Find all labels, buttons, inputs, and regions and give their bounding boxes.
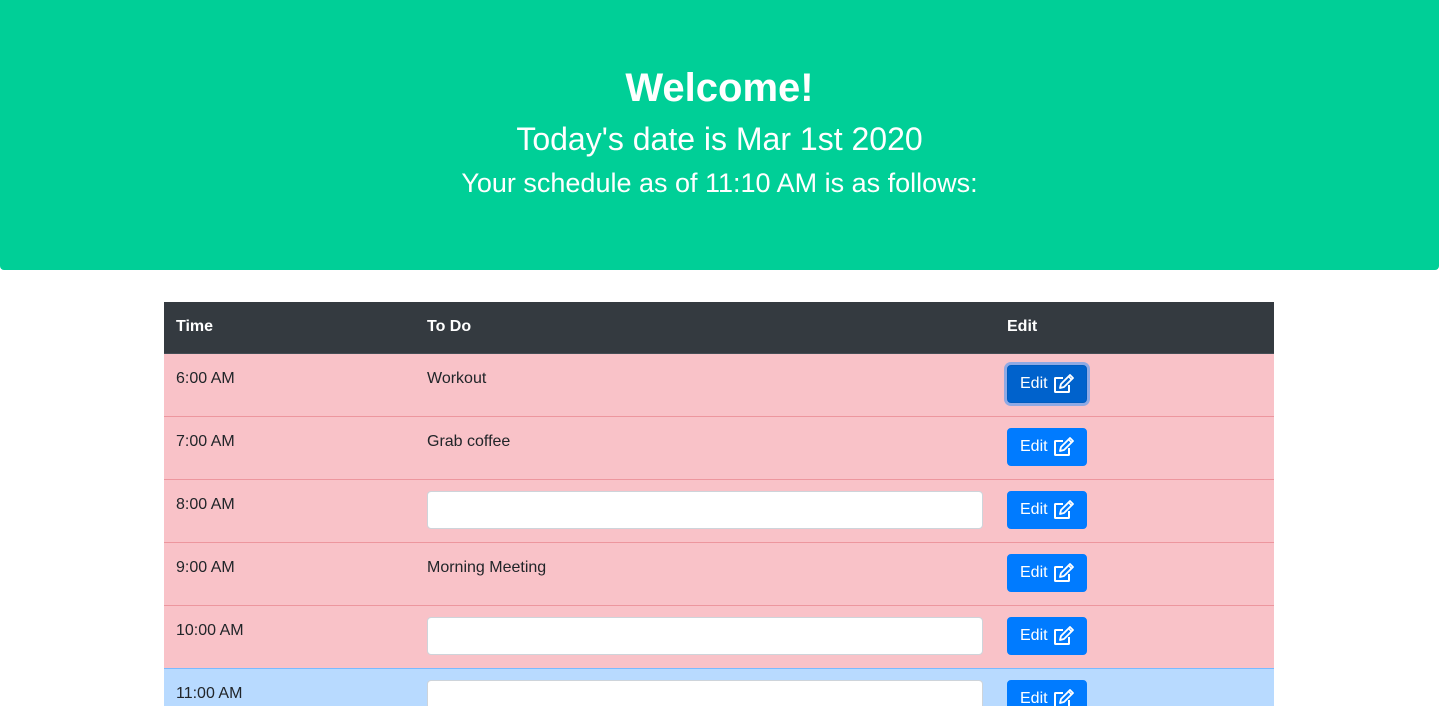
column-header-todo: To Do [415,302,995,354]
edit-button-label: Edit [1020,437,1048,455]
edit-button[interactable]: Edit [1007,616,1087,655]
column-header-edit: Edit [995,302,1274,354]
todo-text: Workout [415,352,995,416]
table-row: 6:00 AM Workout Edit [164,352,1274,416]
edit-cell: Edit [995,541,1274,605]
time-cell: 8:00 AM [164,478,415,542]
page-title: Welcome! [625,66,814,110]
todo-input[interactable] [427,679,983,706]
todo-cell [415,604,995,668]
todo-cell [415,667,995,706]
edit-button[interactable]: Edit [1007,427,1087,466]
current-date: Today's date is Mar 1st 2020 [516,121,923,157]
todo-text: Morning Meeting [415,541,995,605]
time-cell: 10:00 AM [164,604,415,668]
edit-button-label: Edit [1020,500,1048,518]
edit-button-label: Edit [1020,626,1048,644]
todo-text: Grab coffee [415,415,995,479]
edit-cell: Edit [995,604,1274,668]
edit-button-label: Edit [1020,374,1048,392]
edit-button[interactable]: Edit [1007,553,1087,592]
time-cell: 6:00 AM [164,352,415,416]
edit-cell: Edit [995,478,1274,542]
column-header-time: Time [164,302,415,354]
time-cell: 7:00 AM [164,415,415,479]
edit-icon [1052,688,1074,706]
edit-cell: Edit [995,352,1274,416]
edit-icon [1052,499,1074,520]
table-row: 11:00 AM Edit [164,667,1274,706]
table-row: 10:00 AM Edit [164,604,1274,668]
schedule-table: Time To Do Edit 6:00 AM Workout Edit 7:0… [164,302,1274,706]
edit-button-label: Edit [1020,689,1048,706]
table-row: 8:00 AM Edit [164,478,1274,542]
edit-button[interactable]: Edit [1007,679,1087,706]
edit-cell: Edit [995,667,1274,706]
edit-icon [1052,625,1074,646]
edit-cell: Edit [995,415,1274,479]
schedule-subtitle: Your schedule as of 11:10 AM is as follo… [461,168,978,198]
table-header: Time To Do Edit [164,302,1274,354]
time-cell: 9:00 AM [164,541,415,605]
todo-input[interactable] [427,490,983,529]
todo-input[interactable] [427,616,983,655]
todo-cell [415,478,995,542]
edit-button-label: Edit [1020,563,1048,581]
edit-icon [1052,373,1074,394]
table-row: 7:00 AM Grab coffee Edit [164,415,1274,479]
edit-icon [1052,562,1074,583]
welcome-banner: Welcome! Today's date is Mar 1st 2020 Yo… [0,0,1439,270]
time-cell: 11:00 AM [164,667,415,706]
edit-icon [1052,436,1074,457]
edit-button[interactable]: Edit [1007,364,1087,403]
table-row: 9:00 AM Morning Meeting Edit [164,541,1274,605]
schedule-table-container: Time To Do Edit 6:00 AM Workout Edit 7:0… [164,302,1274,706]
edit-button[interactable]: Edit [1007,490,1087,529]
